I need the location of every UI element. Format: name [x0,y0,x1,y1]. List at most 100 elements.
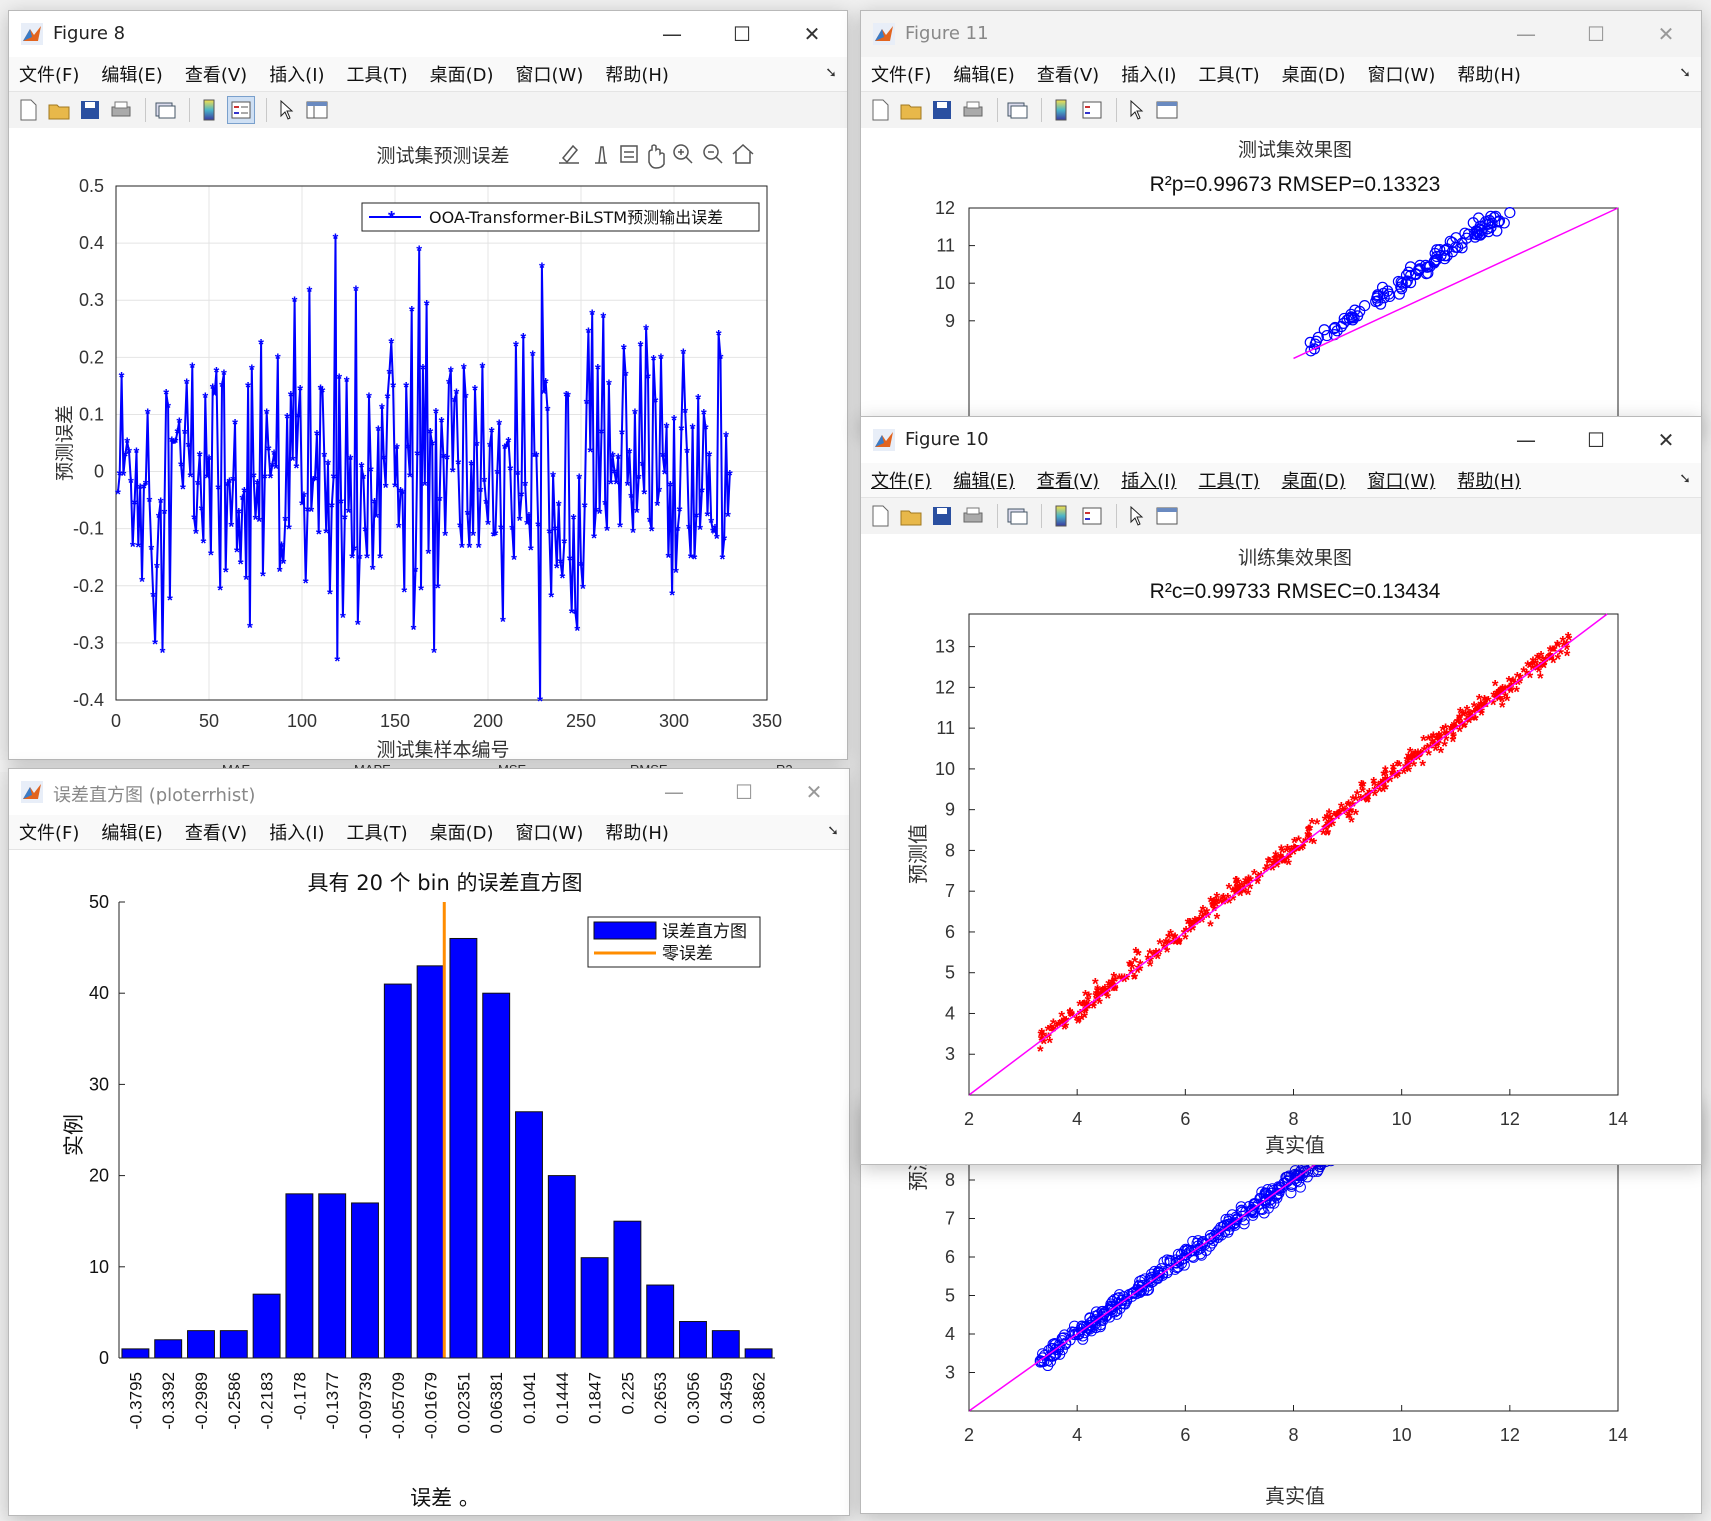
legend-icon[interactable] [1079,97,1105,123]
colorbar-icon[interactable] [1048,503,1074,529]
minimize-button[interactable]: — [639,769,709,815]
y-tick-label: 7 [945,1209,955,1229]
menu-window[interactable]: 窗口(W) [1366,465,1438,495]
menu-window[interactable]: 窗口(W) [1366,59,1438,89]
menu-desktop[interactable]: 桌面(D) [428,59,496,89]
new-figure-icon[interactable] [867,97,893,123]
maximize-button[interactable]: ☐ [707,11,777,57]
figure11-window[interactable]: Figure 11 — ☐ ✕ 文件(F) 编辑(E) 查看(V) 插入(I) … [860,10,1702,432]
brush-icon[interactable] [595,146,607,164]
menu-view[interactable]: 查看(V) [183,59,249,89]
open-file-icon[interactable] [898,503,924,529]
menu-file[interactable]: 文件(F) [17,817,81,847]
menu-help[interactable]: 帮助(H) [1455,465,1523,495]
figure11-titlebar[interactable]: Figure 11 — ☐ ✕ [861,11,1701,57]
menu-help[interactable]: 帮助(H) [603,817,671,847]
menu-help[interactable]: 帮助(H) [603,59,671,89]
maximize-button[interactable]: ☐ [709,769,779,815]
menu-insert[interactable]: 插入(I) [267,59,326,89]
figure10-titlebar[interactable]: Figure 10 — ☐ ✕ [861,417,1701,463]
new-figure-icon[interactable] [15,97,41,123]
legend-box[interactable]: * OOA-Transformer-BiLSTM预测输出误差 [361,202,760,232]
menu-edit[interactable]: 编辑(E) [951,59,1016,89]
pan-icon[interactable] [648,144,665,169]
minimize-button[interactable]: — [1491,417,1561,463]
close-button[interactable]: ✕ [1631,11,1701,57]
link-plot-icon[interactable] [1004,97,1030,123]
error-histogram-window[interactable]: 误差直方图 (ploterrhist) — ☐ ✕ 文件(F) 编辑(E) 查看… [8,768,850,1516]
minimize-button[interactable]: — [1491,11,1561,57]
error-marker: * [308,503,314,520]
open-file-icon[interactable] [898,97,924,123]
colorbar-icon[interactable] [1048,97,1074,123]
menu-view[interactable]: 查看(V) [183,817,249,847]
open-file-icon[interactable] [46,97,72,123]
menu-insert[interactable]: 插入(I) [1119,465,1178,495]
menu-file[interactable]: 文件(F) [17,59,81,89]
menu-edit[interactable]: 编辑(E) [99,817,164,847]
menu-file[interactable]: 文件(F) [869,59,933,89]
error-marker: * [360,471,366,488]
legend-icon[interactable] [227,96,255,124]
legend-icon[interactable] [1079,503,1105,529]
link-plot-icon[interactable] [1004,503,1030,529]
menu-window[interactable]: 窗口(W) [514,817,586,847]
link-plot-icon[interactable] [152,97,178,123]
dock-arrow-icon[interactable]: ➘ [827,823,839,839]
menu-desktop[interactable]: 桌面(D) [1280,59,1348,89]
close-button[interactable]: ✕ [1631,417,1701,463]
histogram-titlebar[interactable]: 误差直方图 (ploterrhist) — ☐ ✕ [9,769,849,815]
error-marker: * [489,424,495,441]
pointer-icon[interactable] [1123,503,1149,529]
menu-desktop[interactable]: 桌面(D) [428,817,496,847]
menu-view[interactable]: 查看(V) [1035,59,1101,89]
zoom-out-icon[interactable] [703,144,723,164]
property-editor-icon[interactable] [1154,97,1180,123]
dock-arrow-icon[interactable]: ➘ [1679,65,1691,81]
menu-window[interactable]: 窗口(W) [514,59,586,89]
home-icon[interactable] [732,143,754,164]
datatip-icon[interactable] [620,145,638,163]
property-editor-icon[interactable] [1154,503,1180,529]
legend-box[interactable]: 误差直方图 零误差 [587,916,761,968]
print-icon[interactable] [960,503,986,529]
figure8-window[interactable]: Figure 8 — ☐ ✕ 文件(F) 编辑(E) 查看(V) 插入(I) 工… [8,10,848,760]
maximize-button[interactable]: ☐ [1561,417,1631,463]
pointer-icon[interactable] [273,97,299,123]
menu-view[interactable]: 查看(V) [1035,465,1101,495]
print-icon[interactable] [108,97,134,123]
save-icon[interactable] [77,97,103,123]
error-marker: * [195,476,201,493]
menu-edit[interactable]: 编辑(E) [951,465,1016,495]
bin-label: -0.2183 [258,1372,277,1430]
save-icon[interactable] [929,503,955,529]
export-icon[interactable] [559,144,579,164]
menu-file[interactable]: 文件(F) [869,465,933,495]
error-marker: * [664,420,670,437]
minimize-button[interactable]: — [637,11,707,57]
print-icon[interactable] [960,97,986,123]
close-button[interactable]: ✕ [779,769,849,815]
close-button[interactable]: ✕ [777,11,847,57]
colorbar-icon[interactable] [196,97,222,123]
pointer-icon[interactable] [1123,97,1149,123]
dock-arrow-icon[interactable]: ➘ [825,65,837,81]
maximize-button[interactable]: ☐ [1561,11,1631,57]
save-icon[interactable] [929,97,955,123]
menu-desktop[interactable]: 桌面(D) [1280,465,1348,495]
menu-tools[interactable]: 工具(T) [345,59,410,89]
menu-insert[interactable]: 插入(I) [267,817,326,847]
menu-insert[interactable]: 插入(I) [1119,59,1178,89]
menu-help[interactable]: 帮助(H) [1455,59,1523,89]
zoom-in-icon[interactable] [673,144,693,164]
menu-tools[interactable]: 工具(T) [345,817,410,847]
menu-edit[interactable]: 编辑(E) [99,59,164,89]
dock-arrow-icon[interactable]: ➘ [1679,471,1691,487]
property-editor-icon[interactable] [304,97,330,123]
error-marker: * [556,497,562,514]
figure8-titlebar[interactable]: Figure 8 — ☐ ✕ [9,11,847,57]
menu-tools[interactable]: 工具(T) [1197,59,1262,89]
menu-tools[interactable]: 工具(T) [1197,465,1262,495]
new-figure-icon[interactable] [867,503,893,529]
figure10-window[interactable]: Figure 10 — ☐ ✕ 文件(F) 编辑(E) 查看(V) 插入(I) … [860,416,1702,1165]
